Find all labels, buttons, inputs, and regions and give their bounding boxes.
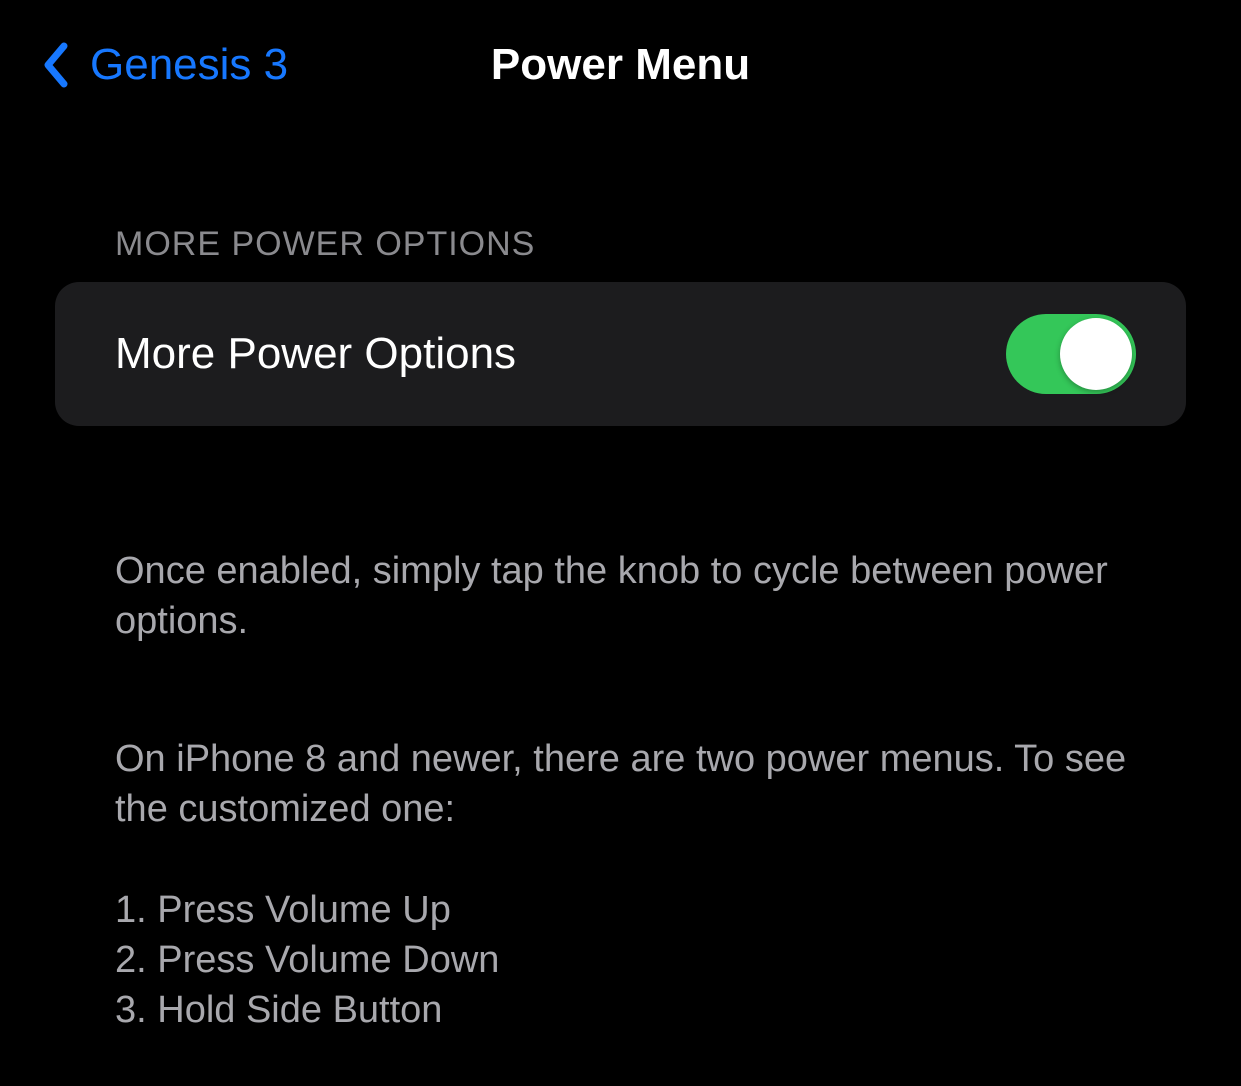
description-paragraph-2: On iPhone 8 and newer, there are two pow… xyxy=(55,734,1186,834)
step-item: 2. Press Volume Down xyxy=(115,935,1186,985)
chevron-left-icon xyxy=(40,41,70,89)
back-button[interactable]: Genesis 3 xyxy=(40,40,288,90)
section-header: MORE POWER OPTIONS xyxy=(55,225,1186,264)
more-power-options-row[interactable]: More Power Options xyxy=(55,282,1186,426)
step-item: 3. Hold Side Button xyxy=(115,985,1186,1035)
more-power-options-toggle[interactable] xyxy=(1006,314,1136,394)
toggle-knob xyxy=(1060,318,1132,390)
step-item: 1. Press Volume Up xyxy=(115,885,1186,935)
row-label: More Power Options xyxy=(115,329,516,379)
content-area: MORE POWER OPTIONS More Power Options On… xyxy=(0,225,1241,1035)
description-paragraph-1: Once enabled, simply tap the knob to cyc… xyxy=(55,546,1186,646)
back-label: Genesis 3 xyxy=(90,40,288,90)
navigation-header: Genesis 3 Power Menu xyxy=(0,0,1241,110)
steps-list: 1. Press Volume Up 2. Press Volume Down … xyxy=(55,885,1186,1035)
